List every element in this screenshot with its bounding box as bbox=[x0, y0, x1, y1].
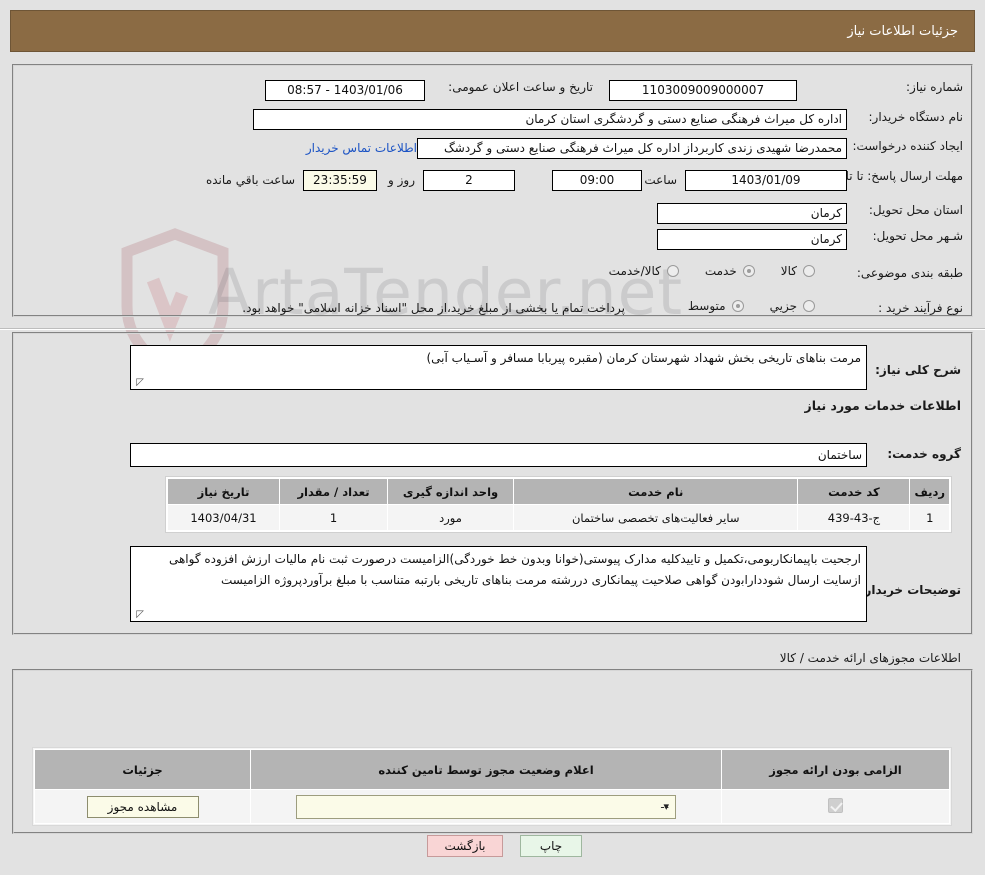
print-button[interactable]: چاپ bbox=[520, 835, 582, 857]
need-info-panel bbox=[12, 64, 973, 317]
need-details-panel bbox=[12, 332, 973, 635]
licenses-section-caption: اطلاعات مجوزهای ارائه خدمت / کالا bbox=[779, 651, 961, 665]
page-title: جزئیات اطلاعات نیاز bbox=[847, 23, 958, 39]
back-button[interactable]: بازگشت bbox=[427, 835, 503, 857]
page-header-bar: جزئیات اطلاعات نیاز bbox=[10, 10, 975, 52]
licenses-panel bbox=[12, 669, 973, 834]
section-divider-1 bbox=[0, 328, 985, 330]
page-root: ArtaTender.net جزئیات اطلاعات نیاز شماره… bbox=[0, 0, 985, 875]
